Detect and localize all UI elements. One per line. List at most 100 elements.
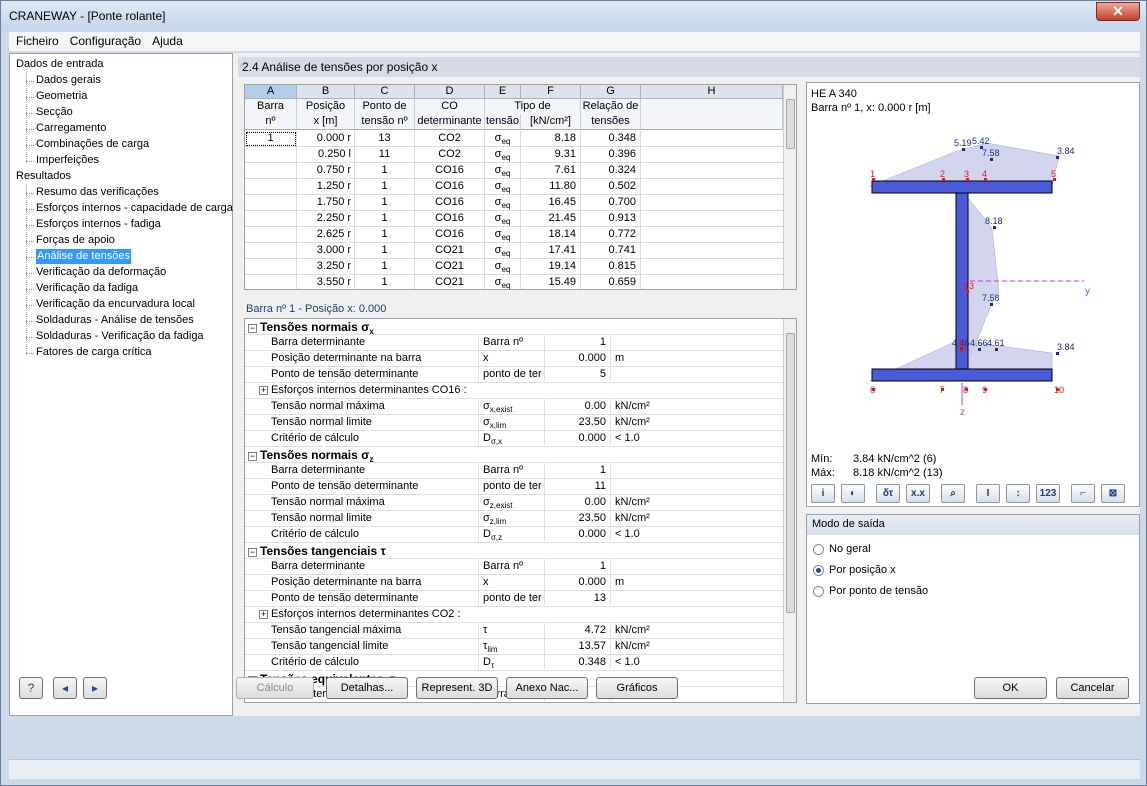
cancel-button[interactable]: Cancelar	[1056, 677, 1129, 699]
graphics-button[interactable]: Gráficos	[596, 677, 678, 699]
details-row[interactable]: Barra determinante Barra nº 1	[245, 335, 783, 351]
radio-by-stress-point[interactable]	[813, 586, 824, 597]
cell-stress-value[interactable]: 15.49	[521, 275, 581, 289]
column-letter[interactable]: F	[521, 85, 581, 99]
column-letter[interactable]: D	[415, 85, 485, 99]
details-scrollbar[interactable]	[783, 319, 796, 702]
tree-item[interactable]: Verificação da fadiga	[36, 281, 138, 296]
cell-stress-value[interactable]: 19.14	[521, 259, 581, 275]
cell-stress-value[interactable]: 21.45	[521, 211, 581, 227]
details-row[interactable]: Ponto de tensão determinante ponto de ter…	[245, 367, 783, 383]
render-3d-button[interactable]: Represent. 3D	[416, 677, 498, 699]
collapse-icon[interactable]: −	[248, 323, 257, 333]
radio-by-position[interactable]	[813, 565, 824, 576]
details-row[interactable]: Ponto de tensão determinante ponto de ter…	[245, 479, 783, 495]
cell-member[interactable]	[245, 179, 297, 195]
table-row[interactable]: 1.750 r 1 CO16 σeq 16.45 0.700	[245, 195, 783, 211]
cell-stress-ratio[interactable]: 0.659	[581, 275, 641, 289]
expand-icon[interactable]: +	[259, 385, 268, 395]
cell-stress-ratio[interactable]: 0.396	[581, 147, 641, 163]
details-row[interactable]: Posição determinante na barra x 0.000 m	[245, 575, 783, 591]
cell-stress-value[interactable]: 11.80	[521, 179, 581, 195]
details-row[interactable]: Ponto de tensão determinante ponto de ter…	[245, 591, 783, 607]
dimensions-button[interactable]: ↕	[1006, 484, 1030, 503]
details-row[interactable]: + Esforços internos determinantes CO2 :	[245, 607, 783, 623]
cell-stress-type[interactable]: σeq	[485, 259, 521, 275]
details-row[interactable]: Posição determinante na barra x 0.000 m	[245, 351, 783, 367]
cell-stress-ratio[interactable]: 0.741	[581, 243, 641, 259]
cell-stress-value[interactable]: 18.14	[521, 227, 581, 243]
cell-position[interactable]: 3.000 r	[297, 243, 355, 259]
cell-member[interactable]	[245, 275, 297, 289]
details-group-header[interactable]: − Tensões normais σz	[245, 447, 783, 464]
section-button[interactable]: I	[976, 484, 1000, 503]
radio-by-position-label[interactable]: Por posição x	[829, 564, 896, 576]
ok-button[interactable]: OK	[974, 677, 1047, 699]
cell-stress-ratio[interactable]: 0.913	[581, 211, 641, 227]
values-button[interactable]: x.x	[906, 484, 930, 503]
cell-stress-point[interactable]: 13	[355, 131, 415, 147]
details-row[interactable]: Tensão tangencial limite τlim 13.57 kN/cm²	[245, 639, 783, 655]
table-scrollbar[interactable]	[783, 85, 796, 289]
cell-combination[interactable]: CO21	[415, 259, 485, 275]
cell-position[interactable]: 3.250 r	[297, 259, 355, 275]
table-row[interactable]: 2.250 r 1 CO16 σeq 21.45 0.913	[245, 211, 783, 227]
cell-stress-type[interactable]: σeq	[485, 211, 521, 227]
radio-by-stress-point-label[interactable]: Por ponto de tensão	[829, 585, 928, 597]
details-row[interactable]: Critério de cálculo Dσ,x 0.000 < 1.0	[245, 431, 783, 447]
cell-stress-point[interactable]: 1	[355, 179, 415, 195]
tree-item[interactable]: Imperfeições	[36, 153, 99, 168]
expand-icon[interactable]: +	[259, 609, 268, 619]
details-row[interactable]: Tensão normal máxima σz,exist 0.00 kN/cm²	[245, 495, 783, 511]
table-row[interactable]: 0.250 l 11 CO2 σeq 9.31 0.396	[245, 147, 783, 163]
tree-item[interactable]: Dados gerais	[36, 73, 101, 88]
info-button[interactable]: i	[811, 484, 835, 503]
numbering-button[interactable]: 123	[1036, 484, 1060, 503]
column-letter[interactable]: A	[245, 85, 297, 99]
cell-member[interactable]	[245, 243, 297, 259]
cell-member[interactable]: 1	[245, 131, 297, 147]
details-row[interactable]: Barra determinante Barra nº 1	[245, 463, 783, 479]
menu-file[interactable]: Ficheiro	[12, 32, 63, 48]
cell-member[interactable]	[245, 163, 297, 179]
previous-button[interactable]: ◂	[53, 677, 77, 699]
column-letter[interactable]: B	[297, 85, 355, 99]
scrollbar-thumb[interactable]	[786, 333, 795, 613]
cell-stress-type[interactable]: σeq	[485, 163, 521, 179]
menu-help[interactable]: Ajuda	[148, 32, 187, 48]
tree-group[interactable]: Resultados	[16, 169, 71, 184]
next-button[interactable]: ▸	[83, 677, 107, 699]
details-row[interactable]: Tensão normal limite σx,lim 23.50 kN/cm²	[245, 415, 783, 431]
details-group-header[interactable]: − Tensões normais σx	[245, 319, 783, 336]
help-button[interactable]: ?	[19, 677, 43, 699]
cell-member[interactable]	[245, 227, 297, 243]
table-row[interactable]: 3.550 r 1 CO21 σeq 15.49 0.659	[245, 275, 783, 289]
cell-stress-point[interactable]: 1	[355, 163, 415, 179]
tree-item[interactable]: Resumo das verificações	[36, 185, 159, 200]
cell-member[interactable]	[245, 259, 297, 275]
cell-stress-value[interactable]: 16.45	[521, 195, 581, 211]
details-group-header[interactable]: − Tensões tangenciais τ	[245, 543, 783, 559]
cell-stress-type[interactable]: σeq	[485, 227, 521, 243]
table-row[interactable]: 0.750 r 1 CO16 σeq 7.61 0.324	[245, 163, 783, 179]
tree-item[interactable]: Forças de apoio	[36, 233, 115, 248]
tree-item[interactable]: Esforços internos - fadiga	[36, 217, 161, 232]
cell-position[interactable]: 2.250 r	[297, 211, 355, 227]
cell-stress-point[interactable]: 11	[355, 147, 415, 163]
cell-stress-ratio[interactable]: 0.502	[581, 179, 641, 195]
reset-view-button[interactable]: ⊠	[1101, 484, 1125, 503]
table-row[interactable]: 3.250 r 1 CO21 σeq 19.14 0.815	[245, 259, 783, 275]
column-letter[interactable]: H	[641, 85, 783, 99]
cell-stress-point[interactable]: 1	[355, 259, 415, 275]
cell-stress-value[interactable]: 17.41	[521, 243, 581, 259]
tree-item[interactable]: Esforços internos - capacidade de carga	[36, 201, 233, 216]
tree-group[interactable]: Dados de entrada	[16, 57, 103, 72]
cell-stress-ratio[interactable]: 0.815	[581, 259, 641, 275]
collapse-icon[interactable]: −	[248, 547, 257, 557]
details-row[interactable]: Tensão normal máxima σx,exist 0.00 kN/cm²	[245, 399, 783, 415]
cell-position[interactable]: 0.000 r	[297, 131, 355, 147]
cell-combination[interactable]: CO2	[415, 131, 485, 147]
collapse-icon[interactable]: −	[248, 451, 257, 461]
cell-position[interactable]: 2.625 r	[297, 227, 355, 243]
cell-stress-point[interactable]: 1	[355, 211, 415, 227]
